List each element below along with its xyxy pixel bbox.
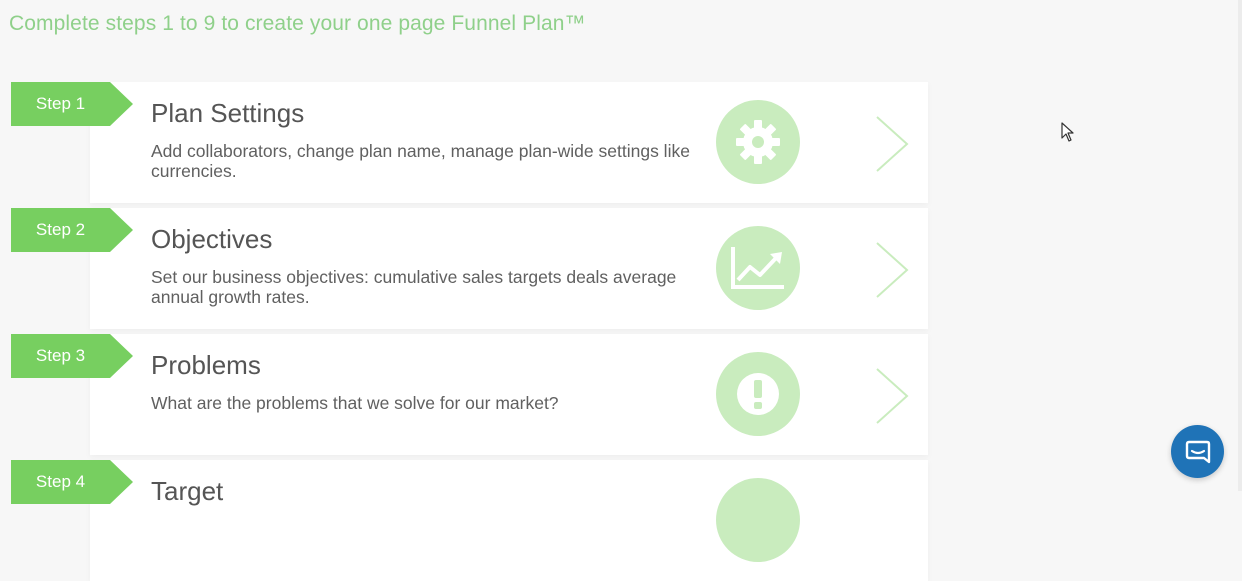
trending-chart-icon — [716, 226, 800, 310]
scrollbar-track[interactable] — [1238, 0, 1242, 491]
step-tag: Step 2 — [11, 208, 133, 252]
step-card-objectives[interactable]: Objectives Set our business objectives: … — [90, 208, 928, 329]
gear-icon — [716, 100, 800, 184]
step-description: Add collaborators, change plan name, man… — [151, 141, 690, 181]
chevron-right-icon[interactable] — [874, 115, 910, 173]
step-title: Target — [151, 476, 224, 506]
chat-launcher-button[interactable] — [1171, 425, 1224, 478]
step-tag: Step 3 — [11, 334, 133, 378]
exclamation-icon — [716, 352, 800, 436]
mouse-cursor-icon — [1061, 122, 1074, 142]
step-card-problems[interactable]: Problems What are the problems that we s… — [90, 334, 928, 455]
step-title: Objectives — [151, 224, 273, 254]
step-title: Problems — [151, 350, 261, 380]
chat-icon — [1185, 440, 1210, 463]
step-description: Set our business objectives: cumulative … — [151, 267, 677, 307]
step-card-plan-settings[interactable]: Plan Settings Add collaborators, change … — [90, 82, 928, 203]
step-title: Plan Settings — [151, 98, 305, 128]
step-tag: Step 1 — [11, 82, 133, 126]
step-card-target[interactable]: Target — [90, 460, 928, 581]
chevron-right-icon[interactable] — [874, 241, 910, 299]
chevron-right-icon[interactable] — [874, 367, 910, 425]
step-description: What are the problems that we solve for … — [151, 393, 559, 413]
page-header: Complete steps 1 to 9 to create your one… — [9, 12, 586, 35]
step-tag: Step 4 — [11, 460, 133, 504]
